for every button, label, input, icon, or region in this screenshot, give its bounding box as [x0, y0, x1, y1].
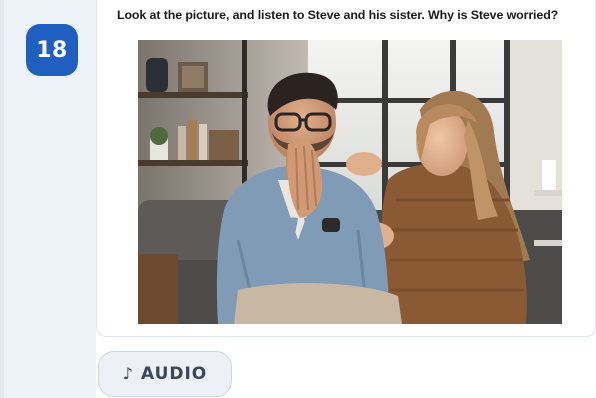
question-number-rail: 18	[0, 0, 96, 398]
music-note-icon: ♪	[122, 364, 133, 383]
question-card: Look at the picture, and listen to Steve…	[96, 0, 596, 337]
question-photo	[138, 40, 562, 324]
audio-section: ♪ AUDIO	[96, 337, 596, 398]
audio-button-label: AUDIO	[140, 364, 208, 384]
photo-illustration	[138, 40, 562, 324]
question-page: 18 Look at the picture, and listen to St…	[0, 0, 596, 398]
question-prompt: Look at the picture, and listen to Steve…	[117, 8, 559, 22]
question-number-badge: 18	[26, 24, 78, 76]
audio-button[interactable]: ♪ AUDIO	[98, 351, 232, 397]
